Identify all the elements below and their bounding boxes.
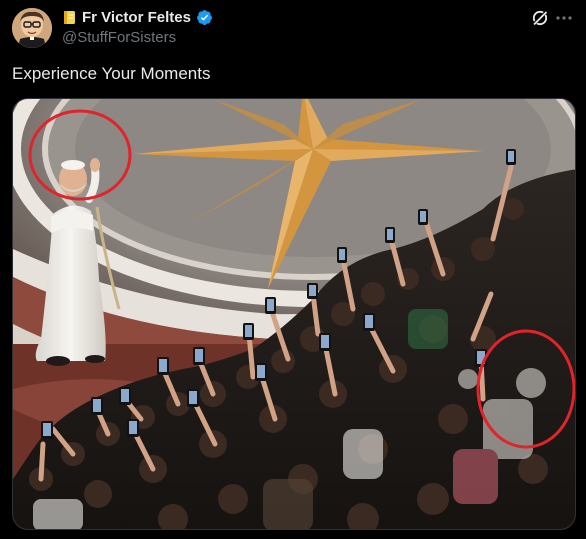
post-image[interactable]: [12, 98, 576, 530]
post-text: Experience Your Moments: [12, 64, 211, 83]
notebook-emoji-icon: [64, 11, 75, 24]
author-name[interactable]: Fr Victor Feltes: [82, 9, 191, 26]
cartoon-priest-avatar-icon: [12, 8, 52, 48]
author-name-row[interactable]: Fr Victor Feltes: [62, 9, 213, 26]
author-handle[interactable]: @StuffForSisters: [62, 29, 176, 46]
post-header: Fr Victor Feltes @StuffForSisters: [12, 8, 574, 50]
verified-badge-icon: [197, 10, 212, 26]
post-card: Fr Victor Feltes @StuffForSisters Experi…: [0, 0, 586, 539]
avatar[interactable]: [12, 8, 52, 48]
more-options-icon[interactable]: [554, 8, 574, 28]
crowd-photo: [13, 99, 575, 529]
grok-icon[interactable]: [530, 8, 550, 28]
